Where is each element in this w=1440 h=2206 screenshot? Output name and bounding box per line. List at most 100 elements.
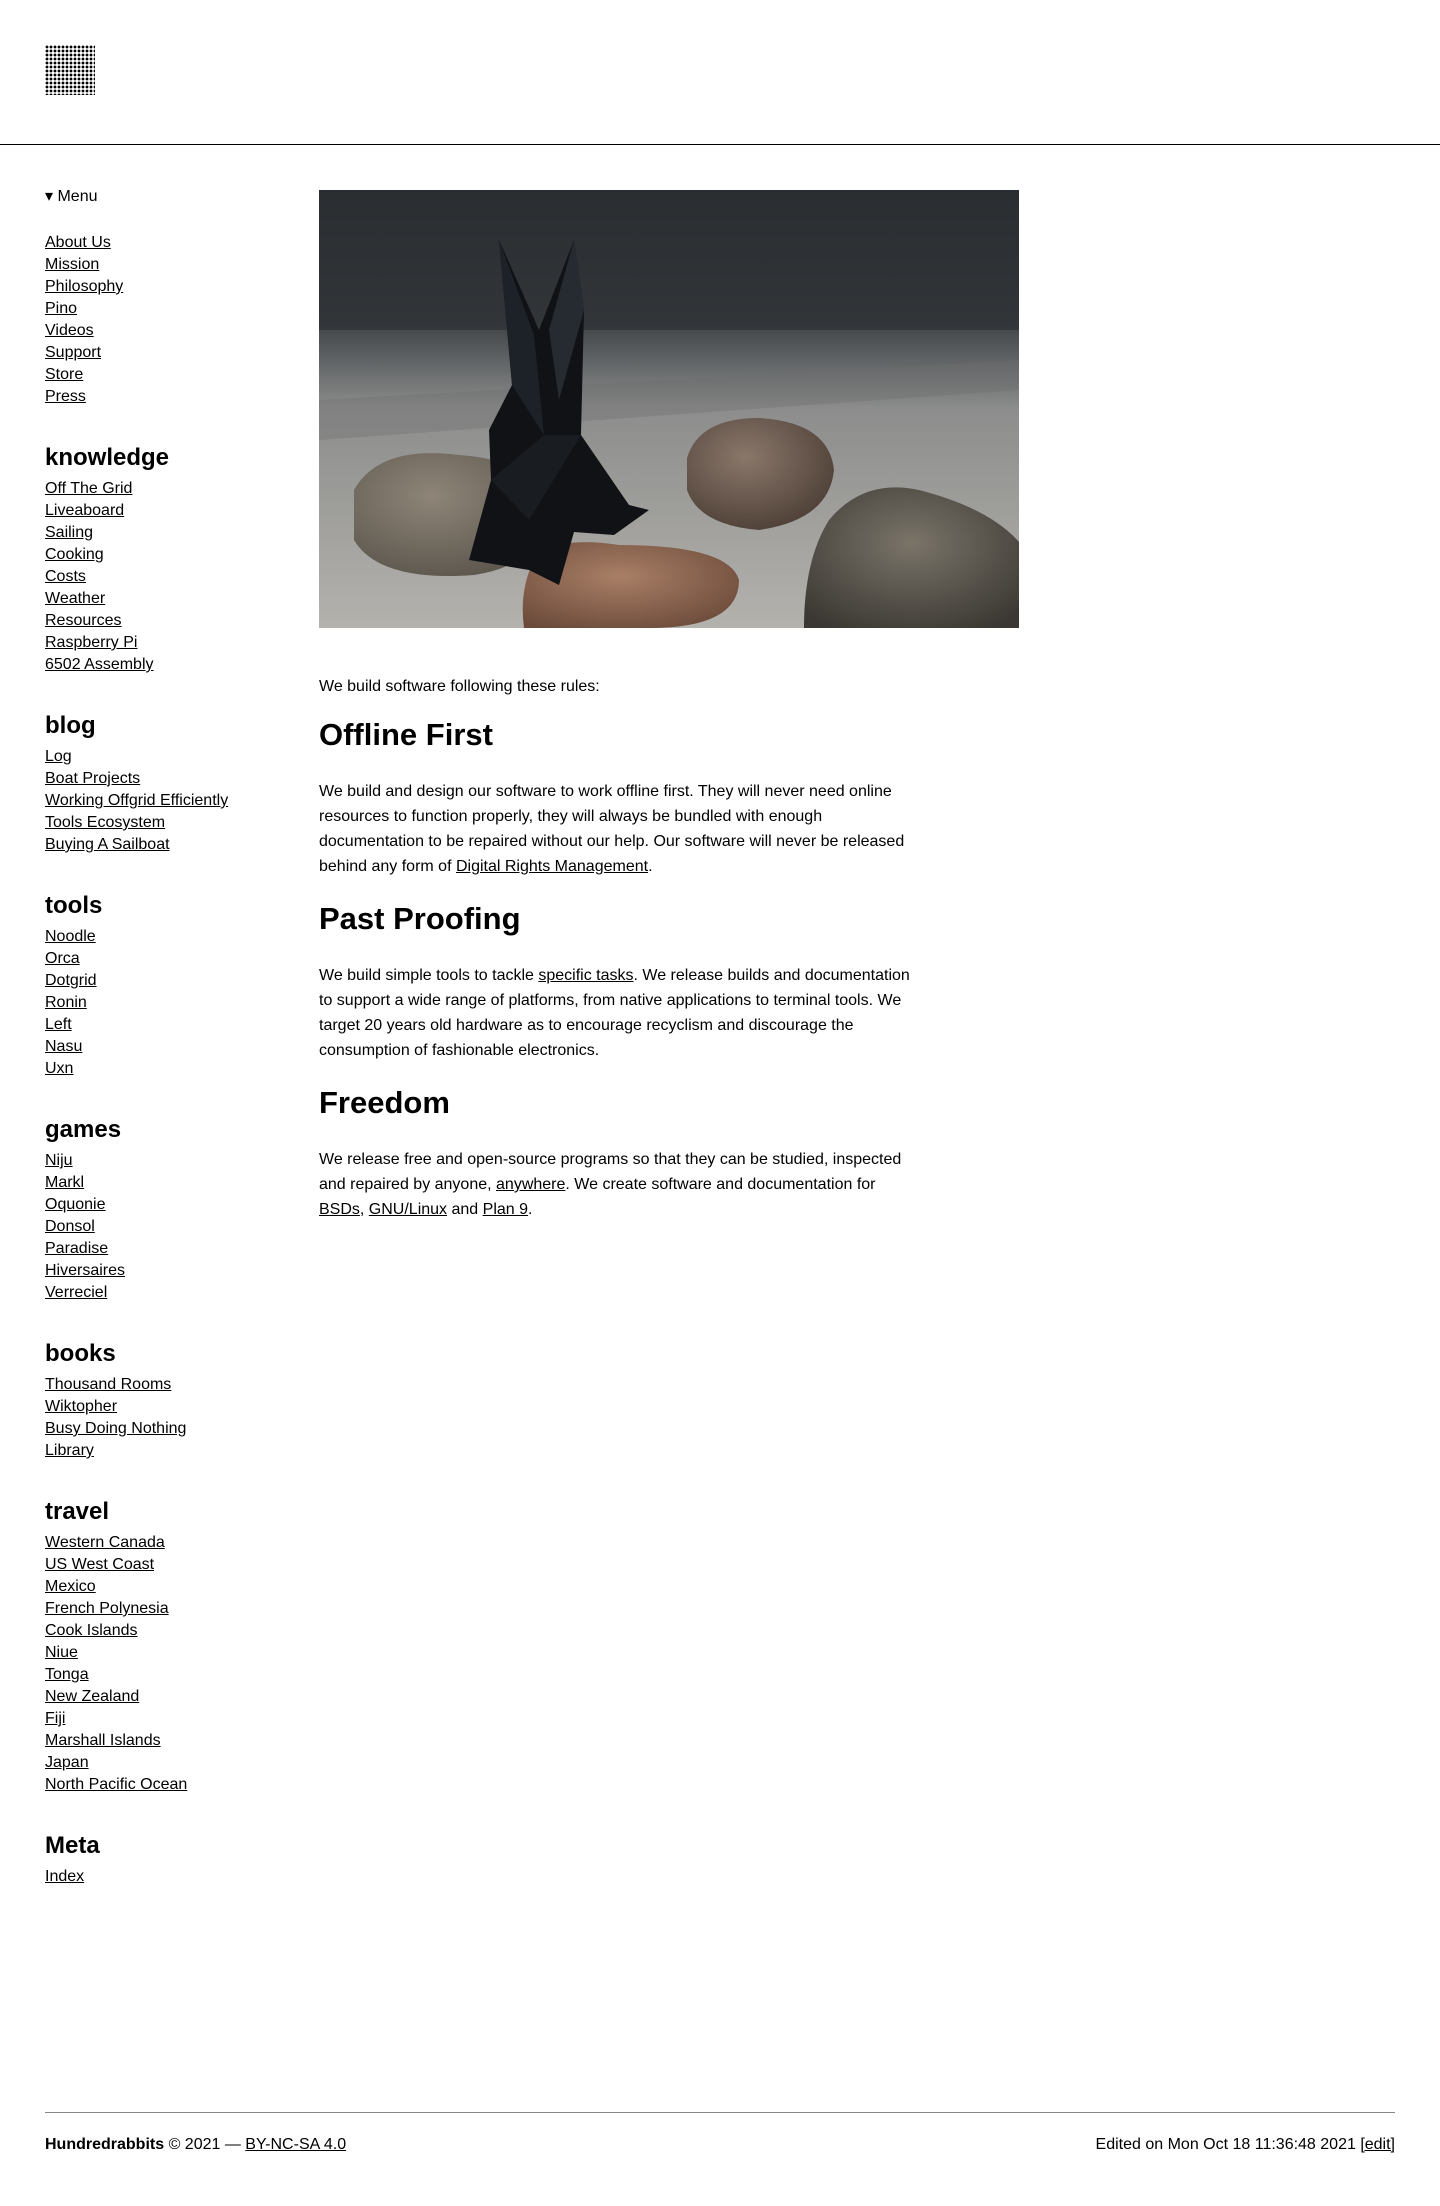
- nav-link-6502-assembly[interactable]: 6502 Assembly: [45, 656, 154, 673]
- dot-grid-logo-icon[interactable]: [45, 45, 95, 95]
- nav-link-fiji[interactable]: Fiji: [45, 1710, 65, 1727]
- nav-link-new-zealand[interactable]: New Zealand: [45, 1688, 139, 1705]
- nav-item: Thousand Rooms: [45, 1374, 295, 1396]
- nav-link-mission[interactable]: Mission: [45, 256, 99, 273]
- nav-item: Markl: [45, 1172, 295, 1194]
- inline-link-gnu-linux[interactable]: GNU/Linux: [369, 1201, 447, 1218]
- nav-link-uxn[interactable]: Uxn: [45, 1060, 73, 1077]
- nav-link-niue[interactable]: Niue: [45, 1644, 78, 1661]
- nav-item: North Pacific Ocean: [45, 1774, 295, 1796]
- nav-link-weather[interactable]: Weather: [45, 590, 105, 607]
- nav-item: Press: [45, 386, 295, 408]
- nav-link-raspberry-pi[interactable]: Raspberry Pi: [45, 634, 137, 651]
- body-text-fragment: We build simple tools to tackle: [319, 967, 539, 984]
- origami-rabbit-photo: [319, 190, 1019, 628]
- intro-text: We build software following these rules:: [319, 678, 600, 695]
- top-links-list: About Us Mission Philosophy Pino Videos Suppo…: [45, 232, 295, 408]
- nav-link-ronin[interactable]: Ronin: [45, 994, 87, 1011]
- nav-link-north-pacific-ocean[interactable]: North Pacific Ocean: [45, 1776, 187, 1793]
- edit-link[interactable]: [edit]: [1360, 2136, 1395, 2153]
- nav-link-about-us[interactable]: About Us: [45, 234, 111, 251]
- body-text-fragment: .: [648, 858, 653, 875]
- nav-item: Fiji: [45, 1708, 295, 1730]
- nav-item: Orca: [45, 948, 295, 970]
- nav-group-list: Log Boat Projects Working Offgrid Efficien…: [45, 746, 295, 856]
- nav-item: Western Canada: [45, 1532, 295, 1554]
- nav-link-dotgrid[interactable]: Dotgrid: [45, 972, 97, 989]
- inline-link-specific-tasks[interactable]: specific tasks: [538, 967, 633, 984]
- nav-link-oquonie[interactable]: Oquonie: [45, 1196, 106, 1213]
- nav-link-working-offgrid-efficiently[interactable]: Working Offgrid Efficiently: [45, 792, 228, 809]
- nav-link-boat-projects[interactable]: Boat Projects: [45, 770, 140, 787]
- nav-link-wiktopher[interactable]: Wiktopher: [45, 1398, 117, 1415]
- nav-link-index[interactable]: Index: [45, 1868, 84, 1885]
- site-header: [0, 0, 1440, 145]
- nav-link-us-west-coast[interactable]: US West Coast: [45, 1556, 154, 1573]
- nav-link-sailing[interactable]: Sailing: [45, 524, 93, 541]
- nav-link-orca[interactable]: Orca: [45, 950, 80, 967]
- nav-link-hiversaires[interactable]: Hiversaires: [45, 1262, 125, 1279]
- nav-link-markl[interactable]: Markl: [45, 1174, 84, 1191]
- section-heading-freedom: Freedom: [319, 1085, 450, 1120]
- nav-item: Store: [45, 364, 295, 386]
- nav-link-support[interactable]: Support: [45, 344, 101, 361]
- inline-link-bsds[interactable]: BSDs: [319, 1201, 360, 1218]
- nav-link-busy-doing-nothing[interactable]: Busy Doing Nothing: [45, 1420, 186, 1437]
- nav-group-title: travel: [45, 1498, 110, 1525]
- section-body: We build and design our software to work…: [319, 779, 919, 879]
- nav-link-western-canada[interactable]: Western Canada: [45, 1534, 165, 1551]
- nav-link-niju[interactable]: Niju: [45, 1152, 73, 1169]
- nav-item: Cook Islands: [45, 1620, 295, 1642]
- nav-link-donsol[interactable]: Donsol: [45, 1218, 95, 1235]
- nav-link-japan[interactable]: Japan: [45, 1754, 89, 1771]
- nav-link-log[interactable]: Log: [45, 748, 72, 765]
- nav-link-tonga[interactable]: Tonga: [45, 1666, 89, 1683]
- nav-link-nasu[interactable]: Nasu: [45, 1038, 82, 1055]
- nav-group-books: books Thousand Rooms Wiktopher Busy Doing N…: [45, 1334, 295, 1462]
- nav-link-buying-a-sailboat[interactable]: Buying A Sailboat: [45, 836, 170, 853]
- inline-link-anywhere[interactable]: anywhere: [496, 1176, 565, 1193]
- nav-item: Working Offgrid Efficiently: [45, 790, 295, 812]
- nav-link-marshall-islands[interactable]: Marshall Islands: [45, 1732, 161, 1749]
- nav-item: Paradise: [45, 1238, 295, 1260]
- inline-link-plan-9[interactable]: Plan 9: [483, 1201, 528, 1218]
- nav-link-mexico[interactable]: Mexico: [45, 1578, 96, 1595]
- nav-item: Log: [45, 746, 295, 768]
- nav-link-tools-ecosystem[interactable]: Tools Ecosystem: [45, 814, 165, 831]
- nav-link-off-the-grid[interactable]: Off The Grid: [45, 480, 132, 497]
- nav-link-verreciel[interactable]: Verreciel: [45, 1284, 107, 1301]
- body-text-fragment: .: [528, 1201, 533, 1218]
- nav-link-paradise[interactable]: Paradise: [45, 1240, 108, 1257]
- nav-link-library[interactable]: Library: [45, 1442, 94, 1459]
- nav-item: Resources: [45, 610, 295, 632]
- section-body: We release free and open-source programs…: [319, 1147, 919, 1222]
- license-link[interactable]: BY-NC-SA 4.0: [245, 2136, 346, 2153]
- nav-link-french-polynesia[interactable]: French Polynesia: [45, 1600, 169, 1617]
- nav-link-left[interactable]: Left: [45, 1016, 72, 1033]
- section-heading-offline-first: Offline First: [319, 717, 493, 752]
- nav-link-press[interactable]: Press: [45, 388, 86, 405]
- nav-group-title: books: [45, 1340, 116, 1367]
- nav-link-philosophy[interactable]: Philosophy: [45, 278, 123, 295]
- nav-link-thousand-rooms[interactable]: Thousand Rooms: [45, 1376, 171, 1393]
- nav-group-title: knowledge: [45, 444, 170, 471]
- menu-toggle[interactable]: ▾ Menu: [45, 186, 295, 208]
- nav-group-list: Noodle Orca Dotgrid Ronin Left Nasu Uxn: [45, 926, 295, 1080]
- nav-link-liveaboard[interactable]: Liveaboard: [45, 502, 124, 519]
- nav-link-videos[interactable]: Videos: [45, 322, 94, 339]
- nav-link-pino[interactable]: Pino: [45, 300, 77, 317]
- inline-link-digital-rights-management[interactable]: Digital Rights Management: [456, 858, 648, 875]
- nav-link-cooking[interactable]: Cooking: [45, 546, 104, 563]
- nav-group-list: Index: [45, 1866, 295, 1888]
- nav-link-cook-islands[interactable]: Cook Islands: [45, 1622, 138, 1639]
- nav-link-resources[interactable]: Resources: [45, 612, 121, 629]
- nav-item: New Zealand: [45, 1686, 295, 1708]
- body-text-fragment: ,: [359, 1201, 369, 1218]
- nav-item: US West Coast: [45, 1554, 295, 1576]
- nav-link-store[interactable]: Store: [45, 366, 83, 383]
- nav-group-tools: tools Noodle Orca Dotgrid Ronin Left Nasu Uxn: [45, 886, 295, 1080]
- nav-item: Sailing: [45, 522, 295, 544]
- nav-link-costs[interactable]: Costs: [45, 568, 86, 585]
- nav-link-noodle[interactable]: Noodle: [45, 928, 96, 945]
- nav-group-list: Off The Grid Liveaboard Sailing Cooking Cost…: [45, 478, 295, 676]
